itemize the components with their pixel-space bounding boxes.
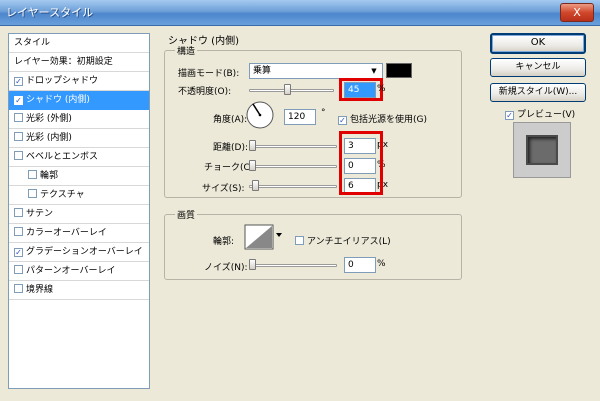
- noise-label: ノイズ(N):: [204, 263, 248, 273]
- checkbox-icon[interactable]: [14, 132, 23, 141]
- contour-preview-icon: [244, 224, 282, 250]
- style-list-item-label: 輪郭: [40, 171, 59, 181]
- antialias-checkbox[interactable]: アンチエイリアス(L): [295, 234, 391, 247]
- checkbox-icon[interactable]: [14, 227, 23, 236]
- checkbox-icon[interactable]: [14, 151, 23, 160]
- style-preview: [513, 122, 571, 178]
- noise-slider[interactable]: [249, 259, 337, 270]
- style-list-item-label: レイヤー効果：初期設定: [14, 57, 113, 67]
- style-list-item-label: グラデーションオーバーレイ: [26, 247, 143, 257]
- preview-label: プレビュー(V): [517, 110, 576, 120]
- noise-input[interactable]: 0: [344, 257, 376, 273]
- blend-mode-label: 描画モード(B):: [178, 69, 240, 79]
- checkbox-icon[interactable]: ✓: [14, 77, 23, 86]
- opacity-label: 不透明度(O):: [178, 87, 232, 97]
- style-list-item-label: シャドウ (内側): [26, 95, 90, 105]
- angle-label: 角度(A):: [213, 115, 248, 125]
- style-list-item-label: 境界線: [26, 285, 54, 295]
- checkbox-icon[interactable]: ✓: [14, 96, 23, 105]
- new-style-button[interactable]: 新規スタイル(W)...: [490, 83, 586, 102]
- preview-swatch: [526, 135, 558, 165]
- antialias-label: アンチエイリアス(L): [307, 237, 391, 247]
- style-list-header[interactable]: スタイル: [9, 34, 149, 53]
- checkbox-icon[interactable]: [14, 265, 23, 274]
- angle-dial-icon: [246, 101, 274, 129]
- quality-title: 画質: [175, 208, 198, 221]
- style-list-item[interactable]: ベベルとエンボス: [9, 148, 149, 167]
- size-slider-thumb[interactable]: [252, 180, 259, 191]
- checkbox-icon[interactable]: ✓: [14, 248, 23, 257]
- checkbox-icon[interactable]: [14, 208, 23, 217]
- style-list-item-label: ドロップシャドウ: [26, 76, 99, 86]
- shadow-color-swatch[interactable]: [386, 63, 412, 78]
- cancel-button[interactable]: キャンセル: [490, 58, 586, 77]
- style-list-item[interactable]: パターンオーバーレイ: [9, 262, 149, 281]
- distance-slider[interactable]: [249, 140, 337, 151]
- style-list-item[interactable]: ✓ シャドウ (内側): [9, 91, 149, 110]
- choke-slider-thumb[interactable]: [249, 160, 256, 171]
- checkbox-icon: ✓: [338, 116, 347, 125]
- global-light-label: 包括光源を使用(G): [350, 115, 427, 125]
- choke-slider[interactable]: [249, 160, 337, 171]
- style-list-item[interactable]: 輪郭: [9, 167, 149, 186]
- style-list-item[interactable]: 光彩 (外側): [9, 110, 149, 129]
- size-slider[interactable]: [249, 180, 337, 191]
- style-list-item[interactable]: ✓ ドロップシャドウ: [9, 72, 149, 91]
- style-list-item-label: ベベルとエンボス: [26, 152, 99, 162]
- contour-label: 輪郭:: [213, 237, 235, 247]
- opacity-unit: %: [377, 84, 386, 94]
- style-list-item-label: パターンオーバーレイ: [26, 266, 116, 276]
- chevron-down-icon: ▼: [371, 67, 377, 75]
- checkbox-icon: [295, 236, 304, 245]
- opacity-slider[interactable]: [249, 84, 334, 95]
- style-list-item[interactable]: ✓ グラデーションオーバーレイ: [9, 243, 149, 262]
- style-list-item[interactable]: サテン: [9, 205, 149, 224]
- noise-unit: %: [377, 259, 386, 269]
- style-list-item[interactable]: テクスチャ: [9, 186, 149, 205]
- opacity-slider-thumb[interactable]: [284, 84, 292, 95]
- style-list-item[interactable]: カラーオーバーレイ: [9, 224, 149, 243]
- blend-mode-dropdown[interactable]: 乗算 ▼: [249, 63, 383, 79]
- structure-title: 構造: [175, 44, 198, 57]
- blend-mode-value: 乗算: [253, 66, 272, 76]
- checkbox-icon[interactable]: [28, 170, 37, 179]
- global-light-checkbox[interactable]: ✓ 包括光源を使用(G): [338, 112, 427, 125]
- close-button[interactable]: X: [560, 3, 594, 22]
- style-list-panel: スタイル レイヤー効果：初期設定 ✓ ドロップシャドウ ✓ シャドウ (内側) 光彩 (外…: [8, 33, 150, 389]
- angle-input[interactable]: 120: [284, 109, 316, 125]
- noise-slider-thumb[interactable]: [249, 259, 256, 270]
- style-list-item[interactable]: 光彩 (内側): [9, 129, 149, 148]
- ok-button[interactable]: OK: [490, 33, 586, 54]
- checkbox-icon: ✓: [505, 111, 514, 120]
- distance-slider-thumb[interactable]: [249, 140, 256, 151]
- style-list-item-label: テクスチャ: [40, 190, 85, 200]
- checkbox-icon[interactable]: [28, 189, 37, 198]
- window-title: レイヤースタイル: [6, 6, 94, 19]
- checkbox-icon[interactable]: [14, 113, 23, 122]
- preview-checkbox[interactable]: ✓ プレビュー(V): [505, 107, 575, 120]
- angle-unit: °: [321, 108, 326, 118]
- style-list-item-label: カラーオーバーレイ: [26, 228, 107, 238]
- style-list-item[interactable]: 境界線: [9, 281, 149, 300]
- title-bar: レイヤースタイル X: [0, 0, 600, 26]
- checkbox-icon[interactable]: [14, 284, 23, 293]
- shadow-params-highlight-box: [339, 131, 383, 195]
- style-list-item[interactable]: レイヤー効果：初期設定: [9, 53, 149, 72]
- angle-dial[interactable]: [245, 100, 275, 130]
- contour-picker[interactable]: [244, 224, 284, 250]
- style-list-item-label: 光彩 (内側): [26, 133, 72, 143]
- style-list-item-label: 光彩 (外側): [26, 114, 72, 124]
- style-list-item-label: サテン: [26, 209, 54, 219]
- distance-label: 距離(D):: [213, 143, 248, 153]
- size-label: サイズ(S):: [202, 184, 245, 194]
